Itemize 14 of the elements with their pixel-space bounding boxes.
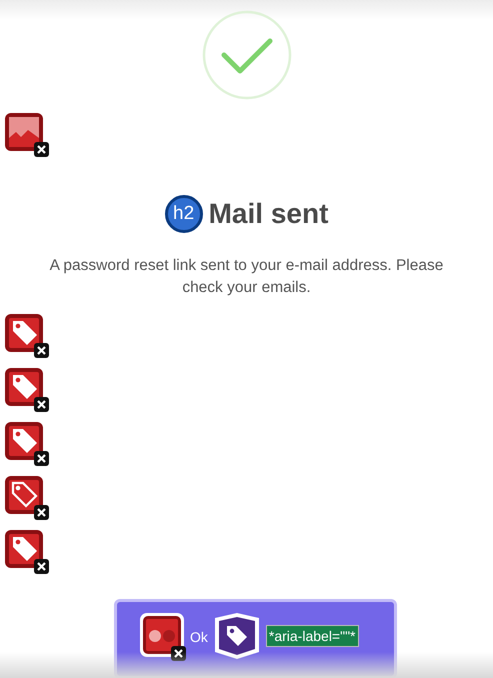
tag-error-icon: [4, 529, 50, 575]
heading-level-badge: h2: [164, 195, 203, 233]
tag-error-icon: [4, 421, 50, 467]
ok-button[interactable]: Ok *aria-label=""*: [114, 599, 397, 678]
tag-shield-icon: [212, 612, 261, 660]
checkmark-icon: [202, 10, 292, 100]
tag-error-icon: [4, 367, 50, 413]
heading: Mail sent: [208, 197, 328, 231]
tag-error-icon: [4, 313, 50, 359]
message-text: A password reset link sent to your e-mail address. Please check your emails.: [48, 256, 444, 298]
image-error-icon: [4, 112, 50, 158]
aria-label-tag: *aria-label=""*: [266, 625, 358, 647]
tag-error-icon: [4, 475, 50, 521]
button-label: Ok: [190, 628, 208, 647]
